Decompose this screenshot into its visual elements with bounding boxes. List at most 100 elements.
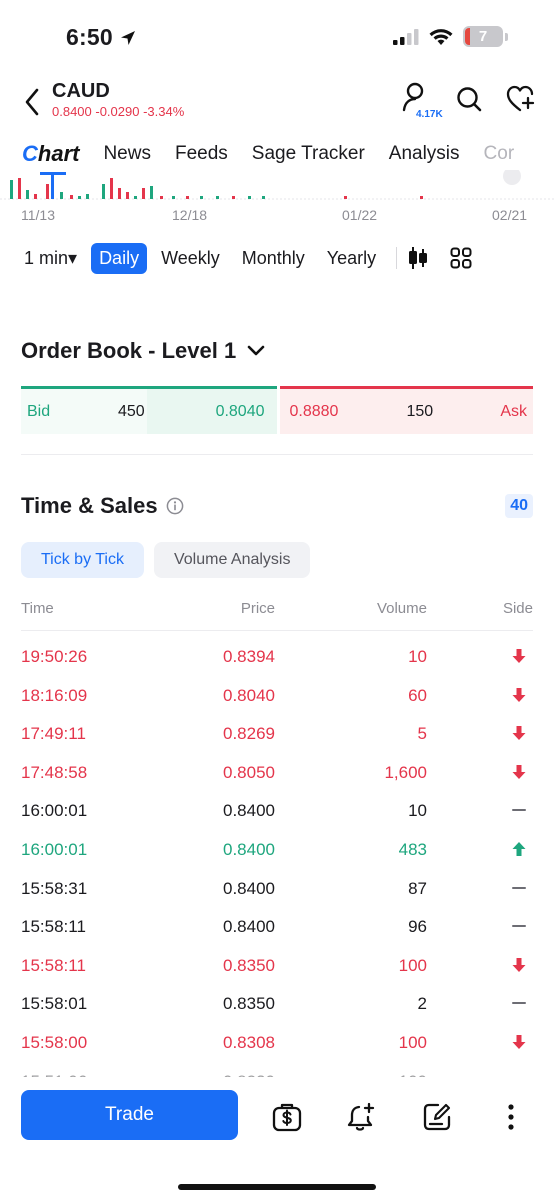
bottom-action-bar: Trade (0, 1088, 554, 1200)
candlestick-icon (409, 247, 428, 269)
order-book-title[interactable]: Order Book - Level 1 (21, 338, 266, 364)
arrow-down-icon (511, 724, 527, 742)
date-tick: 02/21 (492, 207, 528, 223)
table-row: 15:58:00 0.8308 100 (21, 1023, 533, 1062)
ask-label: Ask (500, 402, 527, 420)
table-row: 17:48:58 0.8050 1,600 (21, 753, 533, 792)
subtab-volume-analysis[interactable]: Volume Analysis (153, 542, 311, 578)
bid-price: 0.8040 (215, 402, 265, 420)
tab-news[interactable]: News (103, 143, 151, 165)
more-button[interactable] (496, 1102, 526, 1132)
dash-icon (511, 994, 527, 1012)
chevron-down-icon (247, 345, 265, 356)
tab-chart[interactable]: Chart (22, 141, 79, 167)
signal-icon (393, 28, 419, 45)
row-price: 0.8394 (223, 647, 275, 666)
header-divider (21, 630, 533, 631)
row-price: 0.8350 (223, 994, 275, 1014)
list-fade (0, 1060, 554, 1088)
layout-grid-button[interactable] (449, 246, 473, 270)
row-time: 15:58:11 (21, 917, 86, 937)
watchlist-button[interactable] (506, 82, 536, 116)
column-time: Time (21, 600, 54, 617)
table-row: 15:58:01 0.8350 2 (21, 984, 533, 1023)
tab-analysis[interactable]: Analysis (389, 143, 460, 165)
row-volume: 5 (417, 724, 427, 744)
row-price: 0.8308 (223, 1032, 275, 1052)
edit-note-icon (423, 1103, 451, 1131)
table-row: 15:58:31 0.8400 87 (21, 869, 533, 908)
arrow-up-icon (511, 840, 527, 858)
row-time: 18:16:09 (21, 685, 88, 705)
column-price: Price (240, 600, 275, 617)
ask-price: 0.8880 (289, 402, 339, 420)
period-weekly[interactable]: Weekly (153, 243, 228, 274)
info-icon[interactable] (166, 497, 184, 515)
row-price: 0.8040 (223, 685, 275, 705)
battery-indicator: 7 (463, 26, 503, 47)
tab-sage-tracker[interactable]: Sage Tracker (252, 143, 365, 165)
date-tick: 12/18 (172, 207, 208, 223)
arrow-down-icon (511, 1033, 527, 1051)
status-time: 6:50 (66, 24, 137, 51)
row-volume: 60 (408, 685, 427, 705)
table-row: 19:50:26 0.8394 10 (21, 637, 533, 676)
date-tick: 11/13 (21, 207, 55, 223)
followers-button[interactable]: 4.17K (402, 82, 443, 120)
period-1min[interactable]: 1 min▾ (16, 243, 85, 274)
status-icons: 7 (393, 26, 508, 47)
note-button[interactable] (422, 1102, 452, 1132)
volume-mini-chart (0, 170, 554, 200)
arrow-down-icon (511, 763, 527, 781)
row-time: 15:58:31 (21, 878, 88, 898)
row-time: 17:48:58 (21, 762, 88, 782)
tick-count-badge[interactable]: 40 (505, 494, 533, 518)
row-time: 16:00:01 (21, 801, 88, 821)
row-time: 19:50:26 (21, 647, 88, 666)
time-sales-list[interactable]: 19:50:26 0.8394 10 18:16:09 0.8040 60 17:49:11… (21, 637, 533, 1077)
user-icon (402, 82, 424, 112)
stock-header: CAUD 0.8400 -0.0290 -3.34% 4.17K (0, 76, 554, 128)
ask-side: 0.8880 150 Ask (279, 386, 533, 434)
trade-button[interactable]: Trade (21, 1090, 238, 1140)
period-daily[interactable]: Daily (91, 242, 148, 274)
period-yearly[interactable]: Yearly (319, 243, 384, 274)
row-time: 15:58:00 (21, 1032, 88, 1052)
status-bar: 6:50 7 (0, 0, 554, 76)
period-selector: 1 min▾ Daily Weekly Monthly Yearly (0, 240, 554, 276)
period-monthly[interactable]: Monthly (234, 243, 313, 274)
row-time: 16:00:01 (21, 839, 88, 859)
row-price: 0.8400 (223, 917, 275, 937)
period-separator (396, 247, 398, 269)
dash-icon (511, 917, 527, 935)
row-time: 15:58:01 (21, 994, 88, 1014)
arrow-down-icon (511, 956, 527, 974)
row-volume: 10 (408, 647, 427, 666)
heart-plus-icon (506, 85, 535, 112)
column-side: Side (502, 600, 533, 617)
ticker-symbol: CAUD (52, 80, 110, 102)
table-row: 15:58:11 0.8400 96 (21, 907, 533, 946)
subtab-tick-by-tick[interactable]: Tick by Tick (21, 542, 144, 578)
more-vertical-icon (508, 1104, 514, 1130)
row-volume: 100 (398, 955, 427, 975)
home-indicator (178, 1184, 376, 1190)
back-button[interactable] (18, 84, 46, 120)
row-price: 0.8400 (223, 839, 275, 859)
bid-side: Bid 450 0.8040 (21, 386, 277, 434)
ask-quantity: 150 (406, 402, 434, 420)
chart-type-button[interactable] (405, 245, 431, 271)
funds-button[interactable] (272, 1102, 302, 1132)
tab-more[interactable]: Cor (484, 143, 515, 165)
time-sales-header: Time Price Volume Side (21, 598, 533, 622)
table-row: 16:00:01 0.8400 483 (21, 830, 533, 869)
tab-feeds[interactable]: Feeds (175, 143, 228, 165)
column-volume: Volume (376, 600, 427, 617)
row-volume: 10 (408, 801, 427, 821)
arrow-down-icon (511, 686, 527, 704)
row-price: 0.8350 (223, 955, 275, 975)
search-button[interactable] (454, 82, 484, 116)
bell-plus-icon (347, 1102, 375, 1131)
price-alert-button[interactable] (346, 1102, 376, 1132)
row-time: 17:49:11 (21, 724, 86, 744)
